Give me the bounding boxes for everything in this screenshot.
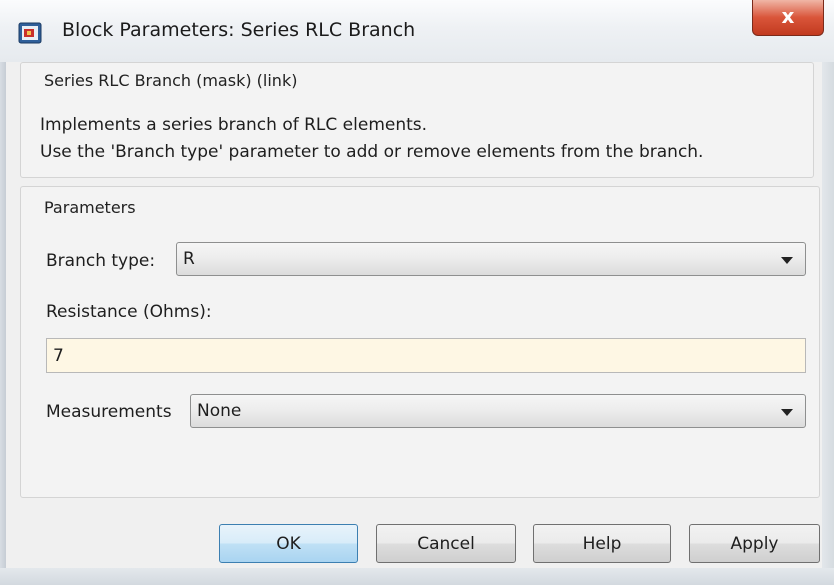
parameters-legend: Parameters	[44, 198, 136, 217]
measurements-value: None	[197, 401, 242, 421]
apply-button[interactable]: Apply	[689, 524, 820, 563]
window-frame-bottom	[0, 568, 834, 585]
title-bar[interactable]: Block Parameters: Series RLC Branch x	[0, 0, 834, 62]
simulink-block-icon	[18, 22, 42, 44]
resistance-label: Resistance (Ohms):	[46, 302, 212, 322]
description-legend: Series RLC Branch (mask) (link)	[44, 71, 298, 90]
window-title: Block Parameters: Series RLC Branch	[62, 19, 416, 41]
measurements-dropdown[interactable]: None	[190, 394, 806, 428]
window-frame-right	[822, 0, 834, 585]
chevron-down-icon	[781, 409, 793, 416]
resistance-field[interactable]	[46, 338, 806, 373]
description-text-line-1: Implements a series branch of RLC elemen…	[40, 115, 428, 135]
close-icon: x	[781, 4, 795, 28]
cancel-button[interactable]: Cancel	[376, 524, 516, 563]
close-button[interactable]: x	[752, 0, 824, 36]
branch-type-dropdown[interactable]: R	[176, 242, 806, 276]
ok-button[interactable]: OK	[219, 524, 358, 563]
measurements-label: Measurements	[46, 402, 172, 422]
description-text-line-2: Use the 'Branch type' parameter to add o…	[40, 142, 704, 162]
chevron-down-icon	[781, 257, 793, 264]
branch-type-label: Branch type:	[46, 251, 156, 271]
branch-type-value: R	[183, 249, 195, 269]
help-button[interactable]: Help	[533, 524, 671, 563]
